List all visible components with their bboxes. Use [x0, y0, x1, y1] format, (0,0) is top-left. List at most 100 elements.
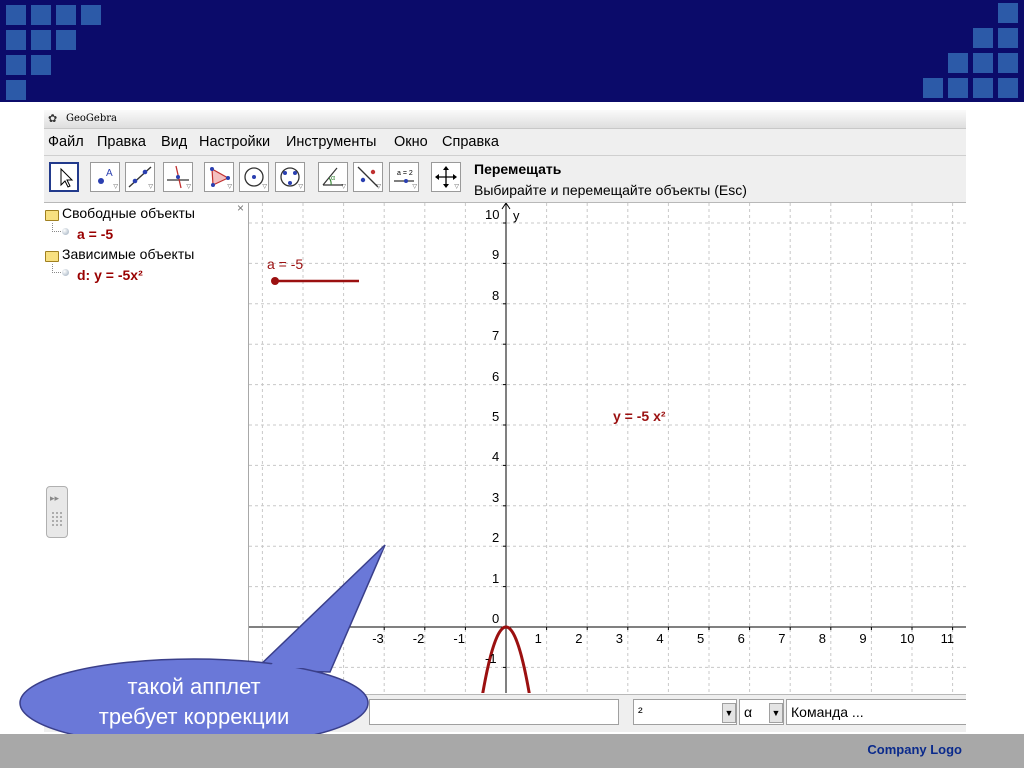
decor-square	[6, 5, 26, 25]
x-tick-label: -3	[372, 631, 384, 646]
toolbar: A ▽ ▽ ▽ ▽ ▽ ▽ α ▽ ▽ a = 2 ▽ ▽ Перемещать…	[44, 156, 966, 203]
slide-header-banner	[0, 0, 1024, 102]
y-tick-label: -1	[485, 651, 497, 667]
active-tool-name: Перемещать	[474, 161, 562, 177]
svg-text:A: A	[106, 168, 113, 179]
move-tool-button[interactable]	[49, 162, 79, 192]
angle-tool-button[interactable]: α ▽	[318, 162, 348, 192]
tree-connector	[52, 264, 61, 273]
menu-view[interactable]: Вид	[161, 134, 187, 150]
menu-edit[interactable]: Правка	[97, 134, 146, 150]
visibility-dot-icon[interactable]	[62, 228, 69, 235]
decor-square	[56, 5, 76, 25]
decor-square	[31, 30, 51, 50]
svg-text:▸▸: ▸▸	[50, 494, 60, 504]
svg-text:α: α	[331, 175, 335, 182]
menu-window[interactable]: Окно	[394, 134, 428, 150]
y-tick-label: 5	[492, 409, 500, 424]
callout-line-1: такой апплет	[127, 674, 261, 699]
company-logo-text: Company Logo	[867, 742, 962, 757]
dependent-objects-header[interactable]: Зависимые объекты	[62, 246, 194, 262]
decor-square	[998, 53, 1018, 73]
y-axis-label: y	[513, 208, 520, 223]
decor-square	[973, 78, 993, 98]
callout-line-2: требует коррекции	[98, 704, 290, 729]
slider-a-label[interactable]: a = -5	[267, 256, 303, 272]
algebra-item-d[interactable]: d: y = -5x²	[77, 267, 143, 283]
x-tick-label: 8	[818, 631, 827, 646]
decor-square	[31, 55, 51, 75]
title-bar: ✿ GeoGebra	[44, 110, 966, 129]
decor-square	[948, 53, 968, 73]
window-title: GeoGebra	[66, 113, 117, 124]
y-tick-label: 7	[492, 328, 500, 344]
x-tick-label: 7	[778, 631, 786, 646]
x-tick-label: 10	[900, 631, 915, 646]
y-tick-label: 6	[492, 368, 500, 384]
chevron-down-icon[interactable]: ▼	[722, 703, 736, 723]
x-tick-label: 6	[737, 631, 745, 646]
y-tick-label: 0	[492, 611, 500, 626]
chevron-down-icon[interactable]: ▼	[769, 703, 783, 723]
visibility-dot-icon[interactable]	[62, 269, 69, 276]
slider-a-handle[interactable]	[271, 277, 279, 285]
point-tool-button[interactable]: A ▽	[90, 162, 120, 192]
x-tick-label: 3	[615, 631, 624, 646]
collapse-panel-handle[interactable]: ▸▸	[46, 486, 68, 538]
perpendicular-tool-button[interactable]: ▽	[163, 162, 193, 192]
x-tick-label: -5	[291, 631, 303, 646]
y-tick-label: 3	[492, 489, 500, 505]
decor-square	[56, 30, 76, 50]
x-tick-label: 9	[859, 631, 867, 646]
geogebra-window: ✿ GeoGebra Файл Правка Вид Настройки Инс…	[44, 110, 966, 732]
function-label[interactable]: y = -5 x²	[613, 408, 666, 424]
decor-square	[31, 5, 51, 25]
x-tick-label: -1	[453, 631, 465, 646]
menu-file[interactable]: Файл	[48, 134, 84, 150]
decor-square	[998, 28, 1018, 48]
y-tick-label: 8	[492, 287, 500, 303]
y-tick-label: 2	[492, 530, 500, 546]
folder-icon	[45, 210, 59, 221]
input-field[interactable]	[369, 699, 619, 725]
decor-square	[6, 80, 26, 100]
close-icon[interactable]: ×	[237, 201, 244, 215]
slide-footer: Company Logo	[0, 734, 1024, 768]
folder-icon	[45, 251, 59, 262]
graphics-view[interactable]: y -5 -4 -3 -2 -1 1 2 3 4 5 6 7 8 9 10 11 10 9 8 7 6 5 4 3 2 1 0 -1 …	[249, 203, 966, 693]
cursor-arrow-icon	[60, 167, 74, 188]
menu-help[interactable]: Справка	[442, 134, 499, 150]
free-objects-header[interactable]: Свободные объекты	[62, 205, 195, 221]
decor-square	[998, 78, 1018, 98]
conic-tool-button[interactable]: ▽	[275, 162, 305, 192]
decor-square	[998, 3, 1018, 23]
polygon-tool-button[interactable]: ▽	[204, 162, 234, 192]
decor-square	[923, 78, 943, 98]
x-tick-label: 11	[940, 631, 955, 646]
grid-lines	[249, 203, 966, 693]
x-tick-label: 5	[697, 631, 705, 646]
y-tick-label: 1	[492, 570, 500, 586]
menu-options[interactable]: Настройки	[199, 134, 270, 150]
x-tick-label: -4	[331, 631, 344, 646]
move-view-tool-button[interactable]: ▽	[431, 162, 461, 192]
reflect-tool-button[interactable]: ▽	[353, 162, 383, 192]
decor-square	[948, 78, 968, 98]
x-tick-label: 1	[534, 631, 542, 646]
app-icon: ✿	[48, 113, 58, 125]
algebra-item-a[interactable]: a = -5	[77, 226, 113, 242]
y-tick-label: 10	[485, 207, 500, 222]
command-select[interactable]: Команда ...	[786, 699, 966, 725]
y-tick-label: 9	[492, 247, 500, 263]
menu-tools[interactable]: Инструменты	[286, 134, 376, 150]
slider-tool-button[interactable]: a = 2 ▽	[389, 162, 419, 192]
circle-tool-button[interactable]: ▽	[239, 162, 269, 192]
x-tick-label: -2	[412, 631, 425, 646]
active-tool-description: Выбирайте и перемещайте объекты (Esc)	[474, 182, 747, 198]
grip-icon: ▸▸	[50, 494, 62, 526]
line-tool-button[interactable]: ▽	[125, 162, 155, 192]
decor-square	[6, 30, 26, 50]
tree-connector	[52, 223, 61, 232]
graphics-canvas	[249, 203, 966, 693]
svg-text:a = 2: a = 2	[397, 170, 413, 177]
